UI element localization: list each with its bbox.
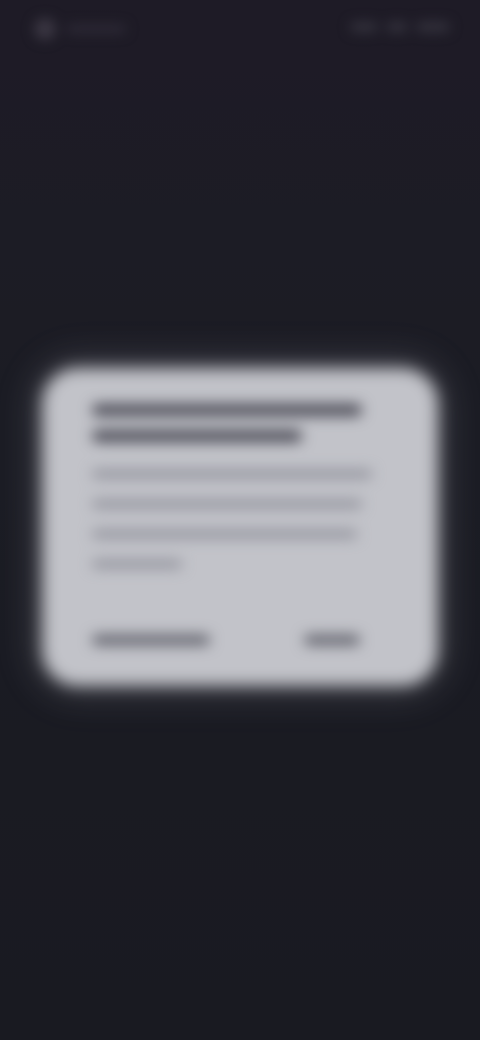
- negative-button[interactable]: [92, 620, 214, 650]
- alert-dialog: [42, 368, 438, 686]
- message-line-4: [92, 560, 182, 568]
- message-line-2: [92, 500, 362, 508]
- dialog-actions: [42, 620, 438, 650]
- negative-button-label: [153, 625, 154, 626]
- message-line-3: [92, 530, 357, 538]
- message-line-1: [92, 470, 372, 478]
- positive-button-bar: [304, 635, 360, 645]
- dialog-title: [92, 404, 392, 456]
- title-line-1: [92, 404, 362, 416]
- negative-button-bar: [92, 635, 210, 645]
- phone-screen: [0, 0, 480, 1040]
- positive-button-label: [333, 625, 334, 626]
- dialog-message: [92, 470, 382, 590]
- positive-button[interactable]: [304, 620, 362, 650]
- dialog-content: [42, 368, 438, 686]
- title-line-2: [92, 430, 302, 442]
